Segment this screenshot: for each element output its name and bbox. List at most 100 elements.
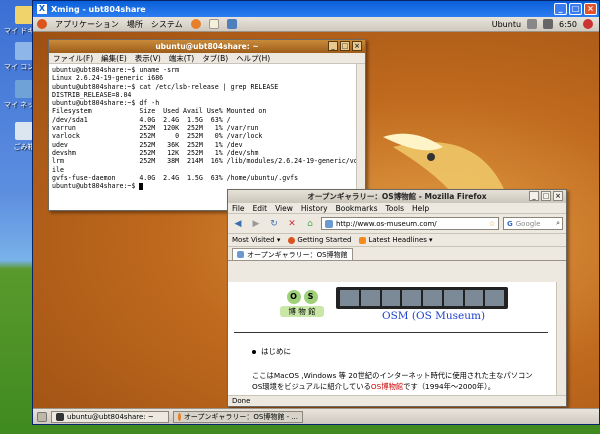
task-terminal[interactable]: ubuntu@ubt804share: ~ [51, 410, 169, 423]
home-icon[interactable]: ⌂ [303, 217, 317, 231]
xming-icon: X [37, 4, 47, 14]
menu-edit[interactable]: 編集(E) [101, 53, 127, 64]
close-button[interactable]: × [352, 41, 362, 51]
maximize-button[interactable]: □ [340, 41, 350, 51]
list-item: はじめに [252, 346, 291, 357]
menu-view[interactable]: View [275, 204, 293, 213]
folder-icon [15, 6, 33, 24]
menu-applications[interactable]: アプリケーション [55, 19, 119, 30]
site-favicon-icon [325, 219, 333, 228]
terminal-line: varlock 252M 0 252M 0% /var/lock [52, 132, 263, 141]
terminal-line: Filesystem Size Used Avail Use% Mounted … [52, 107, 267, 116]
minimize-button[interactable]: _ [328, 41, 338, 51]
bookmarks-toolbar: Most Visited ▾ Getting Started Latest He… [228, 234, 566, 247]
menu-file[interactable]: File [232, 204, 245, 213]
menu-tools[interactable]: Tools [386, 204, 404, 213]
ubuntu-logo-icon [37, 19, 47, 29]
page-heading: OSM (OS Museum) [382, 310, 486, 322]
network-icon [15, 80, 33, 98]
bullet-icon [252, 349, 256, 354]
menu-history[interactable]: History [301, 204, 328, 213]
maximize-button[interactable]: □ [569, 3, 582, 15]
xming-window: X Xming - ubt804share _ □ × アプリケーション 場所 … [32, 0, 600, 425]
navigation-toolbar: ◀ ▶ ↻ ✕ ⌂ http://www.os-museum.com/ ☆ G … [228, 214, 566, 234]
menu-file[interactable]: ファイル(F) [53, 53, 93, 64]
terminal-line: varrun 252M 120K 252M 1% /var/run [52, 124, 259, 133]
google-icon: G [507, 219, 513, 228]
status-bar: Done [228, 395, 566, 406]
terminal-title: ubuntu@ubt804share: ~ [155, 42, 259, 51]
terminal-line: lrm 252M 38M 214M 16% /lib/modules/2.6.2… [52, 157, 365, 166]
os-museum-logo: O S 博 物 館 [280, 290, 324, 320]
site-favicon-icon [237, 251, 244, 258]
bookmark-most-visited[interactable]: Most Visited ▾ [232, 236, 280, 244]
terminal-title-bar[interactable]: ubuntu@ubt804share: ~ _ □ × [49, 40, 365, 53]
url-bar[interactable]: http://www.os-museum.com/ ☆ [321, 217, 499, 230]
stop-icon[interactable]: ✕ [285, 217, 299, 231]
bookmark-getting-started[interactable]: Getting Started [288, 236, 351, 244]
terminal-line: Linux 2.6.24-19-generic i686 [52, 74, 164, 83]
back-arrow-icon[interactable]: ◀ [231, 217, 245, 231]
search-icon[interactable]: ⌕ [556, 219, 560, 228]
menu-terminal[interactable]: 端末(T) [169, 53, 194, 64]
mail-launcher-icon[interactable] [208, 19, 219, 29]
gnome-top-panel: アプリケーション 場所 システム Ubuntu 6:50 [33, 17, 599, 32]
recycle-bin-icon [15, 122, 33, 140]
menu-places[interactable]: 場所 [127, 19, 143, 30]
intro-paragraph: ここはMacOS ,Windows 等 20世紀のインターネット時代に使用された… [252, 371, 533, 391]
terminal-line: ubuntu@ubt804share:~$ df -h [52, 99, 160, 108]
menu-view[interactable]: 表示(V) [135, 53, 161, 64]
terminal-line: /dev/sda1 4.0G 2.4G 1.5G 63% / [52, 115, 231, 124]
menu-edit[interactable]: Edit [253, 204, 268, 213]
firefox-launcher-icon[interactable] [190, 19, 201, 29]
network-status-icon[interactable] [527, 19, 538, 29]
search-bar[interactable]: G Google ⌕ [503, 217, 563, 230]
bookmark-star-icon[interactable]: ☆ [489, 220, 495, 228]
firefox-menubar: File Edit View History Bookmarks Tools H… [228, 203, 566, 214]
firefox-title: オープンギャラリー：OS博物館 - Mozilla Firefox [307, 192, 487, 201]
help-launcher-icon[interactable] [226, 19, 237, 29]
xming-title: Xming - ubt804share [51, 4, 146, 14]
maximize-button[interactable]: □ [541, 191, 551, 201]
page-scrollbar[interactable] [556, 282, 566, 395]
firefox-icon [288, 236, 296, 244]
menu-bookmarks[interactable]: Bookmarks [336, 204, 378, 213]
terminal-menubar: ファイル(F) 編集(E) 表示(V) 端末(T) タブ(B) ヘルプ(H) [49, 53, 365, 64]
url-text: http://www.os-museum.com/ [336, 219, 437, 228]
filmstrip-image [336, 287, 508, 309]
menu-help[interactable]: ヘルプ(H) [236, 53, 270, 64]
clock[interactable]: 6:50 [559, 20, 577, 29]
tab-bar: オープンギャラリー：OS博物館 [228, 247, 566, 261]
terminal-window: ubuntu@ubt804share: ~ _ □ × ファイル(F) 編集(E… [48, 39, 366, 211]
close-button[interactable]: × [553, 191, 563, 201]
rss-icon [359, 236, 367, 244]
volume-icon[interactable] [543, 19, 554, 29]
menu-tabs[interactable]: タブ(B) [202, 53, 228, 64]
menu-system[interactable]: システム [151, 19, 183, 30]
firefox-icon [178, 412, 181, 421]
minimize-button[interactable]: _ [554, 3, 567, 15]
minimize-button[interactable]: _ [529, 191, 539, 201]
page-content[interactable]: O S 博 物 館 OSM (OS Museum) はじめに ここはMacOS … [228, 282, 556, 395]
power-icon[interactable] [583, 19, 593, 29]
ubuntu-desktop: アプリケーション 場所 システム Ubuntu 6:50 ubuntu@ubt8… [33, 17, 599, 424]
close-button[interactable]: × [584, 3, 597, 15]
os-museum-link[interactable]: OS博物館 [371, 382, 403, 391]
divider [234, 332, 548, 333]
xming-title-bar[interactable]: X Xming - ubt804share _ □ × [33, 1, 599, 17]
forward-arrow-icon[interactable]: ▶ [249, 217, 263, 231]
reload-icon[interactable]: ↻ [267, 217, 281, 231]
bookmark-latest-headlines[interactable]: Latest Headlines ▾ [359, 236, 432, 244]
search-placeholder: Google [515, 219, 541, 228]
task-firefox[interactable]: オープンギャラリー：OS博物館 - ... [173, 410, 303, 423]
tab-label: オープンギャラリー：OS博物館 [247, 250, 348, 259]
user-name[interactable]: Ubuntu [492, 20, 521, 29]
show-desktop-icon[interactable] [37, 411, 47, 422]
menu-help[interactable]: Help [412, 204, 429, 213]
computer-icon [15, 42, 33, 60]
trash-icon[interactable] [585, 412, 595, 422]
tab-os-museum[interactable]: オープンギャラリー：OS博物館 [232, 248, 353, 260]
terminal-line: devshm 252M 12K 252M 1% /dev/shm [52, 148, 259, 157]
terminal-line: gvfs-fuse-daemon 4.0G 2.4G 1.5G 63% /hom… [52, 173, 299, 182]
firefox-title-bar[interactable]: オープンギャラリー：OS博物館 - Mozilla Firefox _ □ × [228, 190, 566, 203]
